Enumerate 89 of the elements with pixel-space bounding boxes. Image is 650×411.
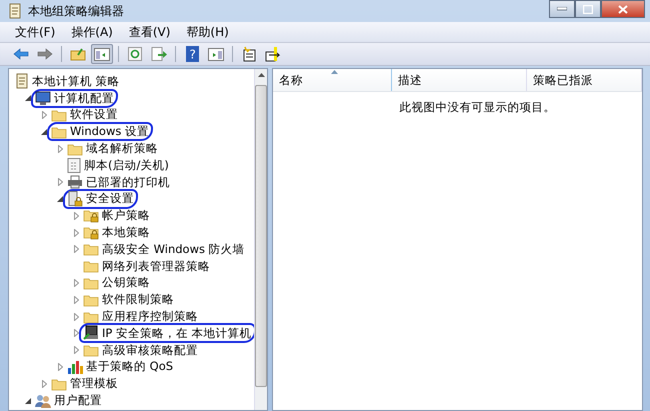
tree-item[interactable]: IP 安全策略，在 本地计算机 [102,326,252,341]
script-icon [67,158,81,173]
folder-icon [67,142,83,156]
window-title: 本地组策略编辑器 [28,2,124,20]
computer-icon [83,325,99,342]
maximize-icon [583,4,593,14]
menu-item[interactable]: 操作(A) [64,24,122,40]
scroll-icon [8,3,22,19]
collapsed-triangle-icon[interactable] [74,329,78,338]
folder-icon [83,242,99,256]
tree-item[interactable]: 本地策略 [102,225,150,240]
tree-item[interactable]: 帐户策略 [102,208,150,224]
folder-icon [83,292,99,307]
right-arrow-icon [37,48,53,60]
tree-item[interactable]: 软件限制策略 [102,292,174,308]
collapsed-triangle-icon[interactable] [42,380,46,388]
column-header[interactable]: 描述 [392,69,527,91]
tree-item[interactable]: 管理模板 [70,376,118,392]
sort-caret-icon [331,70,338,74]
menu-item[interactable]: 帮助(H) [179,24,238,40]
refresh-icon [128,47,142,61]
collapsed-triangle-icon[interactable] [74,346,78,354]
document-arrow-icon [265,46,281,62]
collapsed-triangle-icon[interactable] [74,228,78,237]
tree-item[interactable]: 应用程序控制策略 [102,309,198,324]
tree-item[interactable]: 域名解析策略 [86,141,158,156]
help-icon: ? [186,46,198,62]
collapsed-triangle-icon[interactable] [74,312,78,321]
close-icon [618,4,628,14]
pane-icon [208,48,224,60]
collapsed-triangle-icon[interactable] [74,296,78,304]
close-button[interactable] [601,0,645,18]
collapsed-triangle-icon[interactable] [74,212,78,220]
expanded-triangle-icon[interactable] [25,398,31,404]
tree-item[interactable]: 已部署的打印机 [86,174,170,190]
computer-icon [35,90,51,106]
collapsed-triangle-icon[interactable] [58,144,62,153]
locked-folder-icon [83,225,99,240]
folder-icon [83,276,99,290]
scroll-up-icon [258,73,264,77]
tree-item[interactable]: 网络列表管理器策略 [102,258,210,274]
collapsed-triangle-icon[interactable] [74,245,78,254]
column-header[interactable]: 名称 [273,69,392,91]
minimize-button[interactable] [549,0,575,18]
tree-item[interactable]: 基于策略的 QoS [86,359,174,374]
empty-message: 此视图中没有可显示的项目。 [398,99,556,115]
menu-item[interactable]: 查看(V) [122,24,180,40]
expanded-triangle-icon[interactable] [57,196,63,202]
tree-item[interactable]: 安全设置 [86,191,134,206]
menu-item[interactable]: 文件(F) [8,24,64,40]
expanded-triangle-icon[interactable] [25,95,31,102]
tree-item[interactable]: 本地计算机 策略 [32,74,120,89]
tree-item[interactable]: Windows 设置 [70,124,149,140]
tree-item[interactable]: 高级安全 Windows 防火墙 [102,242,245,257]
locked-folder-icon [83,208,99,224]
folder-icon [70,47,86,61]
collapsed-triangle-icon[interactable] [42,110,46,119]
document-star-icon [241,46,257,62]
scrollbar-thumb[interactable] [255,85,267,387]
folder-icon [83,343,99,358]
printer-icon [67,175,83,190]
maximize-button[interactable] [575,0,601,18]
column-header[interactable]: 策略已指派 [527,69,642,91]
tree-item[interactable]: 公钥策略 [102,275,150,290]
tree-item[interactable]: 脚本(启动/关机) [84,158,169,173]
help-button[interactable]: ? [181,44,203,64]
collapsed-triangle-icon[interactable] [74,278,78,287]
users-icon [35,393,51,408]
minimize-icon [557,7,567,11]
tree-item[interactable]: 用户配置 [54,393,102,408]
left-arrow-icon [13,48,29,60]
scrollbar[interactable] [254,69,267,410]
tree-item[interactable]: 软件设置 [70,107,118,122]
folder-icon [51,376,67,391]
pane-icon [94,48,110,60]
folder-icon [83,259,99,274]
folder-icon [51,124,67,139]
document-arrow-icon [151,47,167,61]
tree-button[interactable] [91,44,113,64]
collapsed-triangle-icon[interactable] [58,178,62,186]
expanded-triangle-icon[interactable] [41,128,47,135]
collapsed-triangle-icon[interactable] [58,362,62,371]
tree-item[interactable]: 高级审核策略配置 [102,342,198,358]
bar-chart-icon [67,360,83,374]
tree-item[interactable]: 计算机配置 [54,90,114,106]
server-lock-icon [67,190,83,207]
folder-icon [83,310,99,324]
scroll-icon [15,73,29,90]
folder-icon [51,108,67,122]
